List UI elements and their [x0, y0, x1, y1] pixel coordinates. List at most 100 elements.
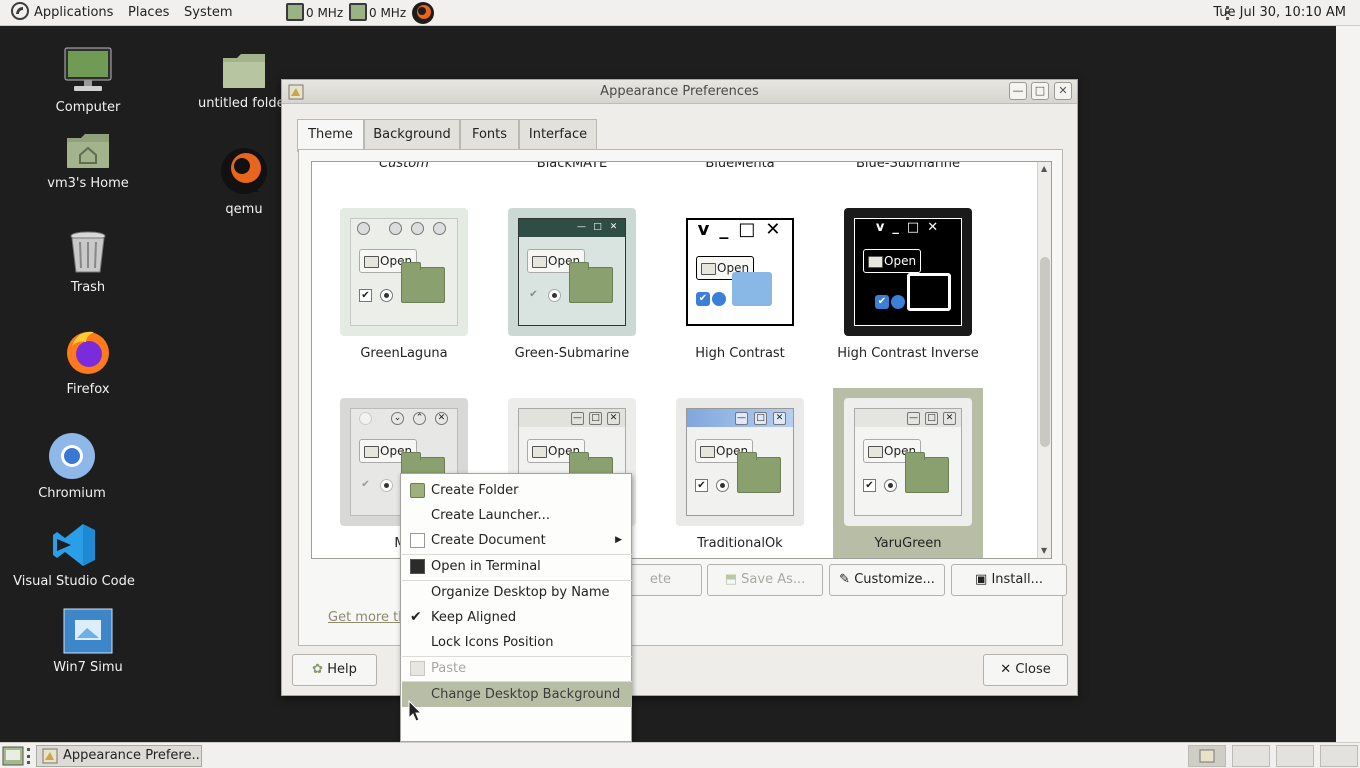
preview-minimize-icon: —: [571, 412, 584, 425]
theme-preview: Open ✔: [340, 208, 468, 336]
preview-button-icon: [389, 222, 402, 235]
preview-maximize-icon: □: [589, 412, 602, 425]
minimize-button[interactable]: —: [1009, 82, 1027, 100]
preview-radio-icon: [716, 479, 729, 492]
mate-logo-icon: [11, 2, 29, 20]
preview-minimize-icon: —: [735, 412, 748, 425]
window-close-button[interactable]: ✕: [1054, 82, 1072, 100]
workspace-2[interactable]: [1232, 745, 1270, 767]
places-menu-label: Places: [128, 5, 170, 20]
system-menu[interactable]: System: [184, 0, 232, 26]
window-titlebar[interactable]: Appearance Preferences — □ ✕: [282, 80, 1077, 104]
minimize-icon: —: [1012, 84, 1024, 97]
menu-item-create-folder[interactable]: Create Folder: [402, 478, 632, 503]
taskbar-item-appearance[interactable]: Appearance Prefere...: [36, 745, 202, 767]
desktop-icon-chromium[interactable]: Chromium: [17, 432, 127, 501]
computer-icon: [64, 47, 112, 91]
preview-button-icon: [411, 222, 424, 235]
desktop-icon-win7[interactable]: Win7 Simu: [33, 608, 143, 675]
desktop-context-menu: Create Folder Create Launcher... Create …: [400, 473, 632, 742]
preview-open-button: Open: [863, 249, 921, 273]
scrollbar-thumb[interactable]: [1040, 257, 1050, 447]
clock[interactable]: Tue Jul 30, 10:10 AM: [1213, 0, 1346, 26]
menu-item-label: Lock Icons Position: [431, 635, 554, 650]
theme-item-custom[interactable]: Custom: [329, 162, 479, 172]
customize-button[interactable]: ✎ Customize...: [829, 564, 945, 596]
install-button[interactable]: ▣ Install...: [951, 564, 1067, 596]
workspace-1[interactable]: [1188, 745, 1226, 767]
preview-titlebar: v_□✕: [688, 220, 792, 244]
menu-item-label: Create Document: [431, 533, 546, 548]
taskbar-item-label: Appearance Prefere...: [63, 748, 202, 763]
desktop-icon-label: Win7 Simu: [53, 660, 123, 675]
theme-item-yarugreen[interactable]: — □ ✕ Open ✔ YaruGreen: [833, 388, 983, 558]
tab-background[interactable]: Background: [364, 119, 460, 150]
desktop-icon-trash[interactable]: Trash: [33, 230, 143, 295]
desktop-edge-strip: [1336, 26, 1360, 742]
menu-item-change-background[interactable]: Change Desktop Background: [402, 682, 632, 707]
get-more-themes-link[interactable]: Get more th: [328, 610, 406, 625]
preview-folder-icon: [905, 452, 949, 493]
preview-window: — □ ✕ Open ✔: [518, 218, 626, 326]
preview-titlebar: — □ ✕: [519, 409, 625, 427]
scroll-up-icon[interactable]: ▲: [1041, 164, 1049, 173]
menu-item-keep-aligned[interactable]: ✔ Keep Aligned: [402, 605, 632, 630]
theme-item-greenlaguna[interactable]: Open ✔ GreenLaguna: [329, 208, 479, 361]
theme-item-green-submarine[interactable]: — □ ✕ Open ✔ Green-Submarine: [497, 208, 647, 361]
desktop-icon-home[interactable]: vm3's Home: [33, 130, 143, 191]
workspace-4[interactable]: [1320, 745, 1358, 767]
menu-item-organize-by-name[interactable]: Organize Desktop by Name: [402, 580, 632, 605]
menu-item-create-launcher[interactable]: Create Launcher...: [402, 503, 632, 528]
mouse-cursor-icon: [408, 700, 422, 722]
theme-item-high-contrast[interactable]: v_□✕ Open ✔ High Contrast: [665, 208, 815, 361]
document-icon: [410, 533, 425, 548]
install-icon: ▣: [975, 572, 988, 587]
qemu-launcher-icon[interactable]: [411, 1, 435, 25]
places-menu[interactable]: Places: [128, 0, 169, 26]
workspace-3[interactable]: [1276, 745, 1314, 767]
folder-icon: [223, 54, 265, 88]
save-as-button[interactable]: ⬒ Save As...: [707, 564, 823, 596]
preview-radio-icon: [884, 479, 897, 492]
menu-item-label: Paste: [431, 661, 467, 676]
menu-item-open-terminal[interactable]: Open in Terminal: [402, 554, 632, 579]
cpu-freq-monitor-2[interactable]: 0 MHz: [349, 3, 406, 23]
desktop-icon-computer[interactable]: Computer: [33, 46, 143, 115]
menu-item-paste[interactable]: Paste: [402, 656, 632, 681]
theme-item-high-contrast-inverse[interactable]: v_□✕ Open ✔ High Contrast Inverse: [833, 208, 983, 361]
qemu-icon: [221, 148, 267, 194]
desktop-icon-vscode[interactable]: Visual Studio Code: [10, 522, 138, 589]
help-button[interactable]: ✿ Help: [292, 654, 377, 686]
preview-close-icon: ✕: [435, 412, 448, 425]
menu-item-create-document[interactable]: Create Document ▶: [402, 528, 632, 553]
theme-name: Green-Submarine: [514, 346, 630, 361]
preview-button-icon: [433, 222, 446, 235]
tab-theme[interactable]: Theme: [297, 119, 364, 152]
preview-checkbox-icon: ✔: [529, 289, 538, 300]
window-title: Appearance Preferences: [600, 84, 759, 99]
terminal-icon: [410, 559, 425, 574]
menu-item-lock-icons[interactable]: Lock Icons Position: [402, 630, 632, 655]
close-button[interactable]: ✕ Close: [983, 654, 1068, 686]
preview-radio-icon: [380, 479, 393, 492]
show-desktop-icon[interactable]: [2, 746, 24, 766]
tab-interface[interactable]: Interface: [519, 119, 597, 150]
preview-checkbox-icon: ✔: [696, 292, 710, 306]
theme-preview: — □ ✕ Open ✔: [508, 208, 636, 336]
theme-item-traditionalok[interactable]: — □ ✕ Open ✔ TraditionalOk: [665, 398, 815, 551]
desktop-icon-label: Visual Studio Code: [13, 574, 135, 589]
scroll-down-icon[interactable]: ▼: [1041, 546, 1049, 555]
maximize-button[interactable]: □: [1031, 82, 1049, 100]
tab-fonts[interactable]: Fonts: [460, 119, 519, 150]
cpu-freq-monitor-1[interactable]: 0 MHz: [286, 3, 343, 23]
theme-item-blue-submarine[interactable]: Blue-Submarine: [833, 162, 983, 172]
theme-item-blackmate[interactable]: BlackMATE: [497, 162, 647, 172]
desktop-icon-label: vm3's Home: [47, 176, 129, 191]
applications-menu[interactable]: Applications: [10, 0, 113, 26]
preview-titlebar: v_□✕: [855, 219, 961, 237]
preview-titlebar: — □ ✕: [855, 409, 961, 427]
desktop-icon-firefox[interactable]: Firefox: [33, 328, 143, 397]
theme-list-scrollbar[interactable]: ▲ ▼: [1037, 162, 1051, 558]
panel-handle[interactable]: [27, 748, 30, 764]
theme-item-bluementa[interactable]: BlueMenta: [665, 162, 815, 172]
